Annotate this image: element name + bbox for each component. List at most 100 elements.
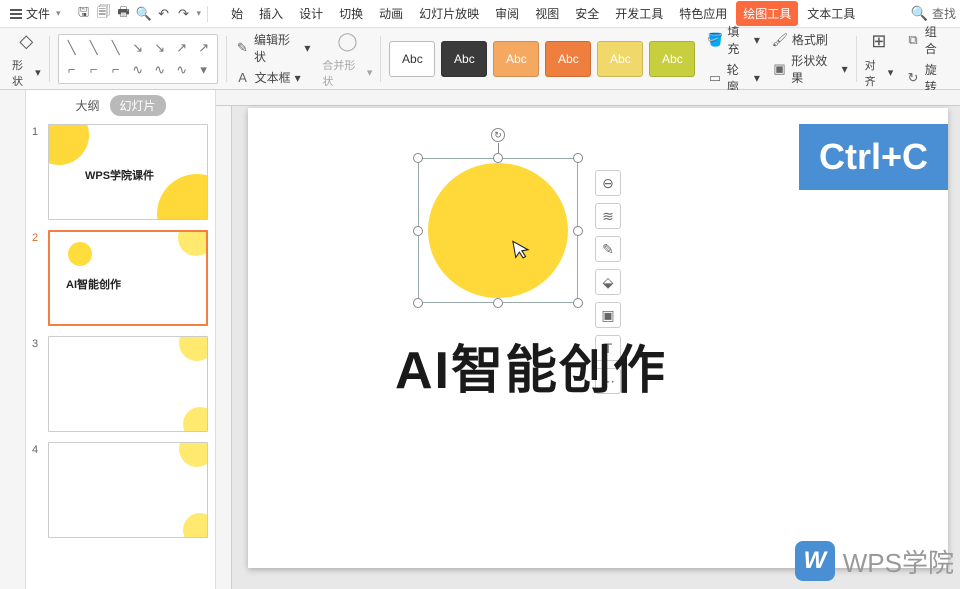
search-box[interactable]: 🔍 查找: [911, 5, 956, 22]
tab-transition[interactable]: 切换: [332, 1, 370, 26]
merge-shape-label: 合并形状: [322, 57, 365, 89]
merge-shape-icon: ◯: [334, 29, 360, 55]
outline-icon: ▭: [707, 70, 722, 86]
left-gutter: [0, 90, 26, 589]
style-swatch[interactable]: Abc: [441, 41, 487, 77]
slide-canvas[interactable]: ↻ ⊖ ≋ ✎ ⬙ ▣ T ⋯ AI智: [248, 108, 948, 568]
collapse-icon[interactable]: ⊖: [595, 170, 621, 196]
redo-icon[interactable]: ↷: [175, 5, 193, 23]
search-icon: 🔍: [911, 5, 928, 22]
line-gallery[interactable]: ╲ ╲ ╲ ↘ ↘ ↗ ↗ ⌐ ⌐ ⌐ ∿ ∿ ∿ ▾: [58, 34, 218, 84]
resize-handle[interactable]: [493, 153, 503, 163]
ribbon-tabs: 始 插入 设计 切换 动画 幻灯片放映 审阅 视图 安全 开发工具 特色应用 绘…: [224, 1, 862, 26]
selected-shape[interactable]: ↻: [418, 158, 578, 303]
style-swatch[interactable]: Abc: [493, 41, 539, 77]
shortcut-hint: Ctrl+C: [799, 124, 948, 190]
align-icon: ⊞: [866, 29, 892, 55]
text-box-label: 文本框: [255, 69, 291, 86]
horizontal-ruler: [216, 90, 960, 106]
tab-start[interactable]: 始: [224, 1, 250, 26]
save-as-icon[interactable]: 🗐: [95, 5, 113, 23]
slide-thumb[interactable]: 4: [32, 442, 209, 538]
preview-icon[interactable]: 🔍: [135, 5, 153, 23]
style-swatch[interactable]: Abc: [649, 41, 695, 77]
file-menu[interactable]: 文件 ▾: [4, 5, 67, 22]
line-icon[interactable]: ╲: [106, 38, 126, 58]
rotate-handle[interactable]: ↻: [491, 128, 505, 142]
curve-icon[interactable]: ∿: [128, 60, 148, 80]
align-button[interactable]: ⊞ 对齐▾: [865, 29, 894, 89]
resize-handle[interactable]: [573, 226, 583, 236]
resize-handle[interactable]: [573, 153, 583, 163]
line-icon[interactable]: ╲: [84, 38, 104, 58]
shape-effect-button[interactable]: ▣ 形状效果▾: [772, 52, 848, 86]
edit-shape-button[interactable]: ✎ 编辑形状▾: [235, 31, 311, 65]
slide-thumb[interactable]: 2 AI智能创作: [32, 230, 209, 326]
fill-button[interactable]: 🪣 填充▾: [707, 23, 759, 57]
line-icon[interactable]: ↘: [150, 38, 170, 58]
tab-design[interactable]: 设计: [292, 1, 330, 26]
watermark: W WPS学院: [795, 541, 954, 581]
edit-shape-icon: ✎: [235, 40, 250, 56]
resize-handle[interactable]: [493, 298, 503, 308]
line-icon[interactable]: ↗: [172, 38, 192, 58]
style-swatch[interactable]: Abc: [545, 41, 591, 77]
slides-tab[interactable]: 幻灯片: [110, 95, 166, 116]
undo-icon[interactable]: ↶: [155, 5, 173, 23]
quick-access-toolbar: 🖫 🗐 🖶 🔍 ↶ ↷ ▾: [75, 5, 213, 23]
style-swatch[interactable]: Abc: [597, 41, 643, 77]
group-button[interactable]: ⧉ 组合: [905, 23, 948, 57]
slide-number: 3: [32, 336, 42, 432]
tab-insert[interactable]: 插入: [252, 1, 290, 26]
text-box-button[interactable]: A 文本框▾: [235, 69, 311, 86]
slide-thumb[interactable]: 1 WPS学院课件: [32, 124, 209, 220]
tab-devtools[interactable]: 开发工具: [608, 1, 670, 26]
qat-more-icon[interactable]: ▾: [197, 8, 202, 19]
shapes-button[interactable]: ◇ 形状▾: [12, 29, 41, 89]
save-icon[interactable]: 🖫: [75, 5, 93, 23]
slide-thumb[interactable]: 3: [32, 336, 209, 432]
line-icon[interactable]: ↗: [194, 38, 214, 58]
connector-icon[interactable]: ⌐: [84, 60, 104, 80]
connector-icon[interactable]: ⌐: [62, 60, 82, 80]
thumb-title: AI智能创作: [66, 276, 121, 292]
bucket-icon[interactable]: ⬙: [595, 269, 621, 295]
shape-style-gallery: Abc Abc Abc Abc Abc Abc: [389, 41, 695, 77]
connector-icon[interactable]: ⌐: [106, 60, 126, 80]
merge-shape-button[interactable]: ◯ 合并形状▾: [322, 29, 372, 89]
line-icon[interactable]: ↘: [128, 38, 148, 58]
curve-icon[interactable]: ∿: [150, 60, 170, 80]
tab-security[interactable]: 安全: [568, 1, 606, 26]
resize-handle[interactable]: [413, 153, 423, 163]
slide-title-text[interactable]: AI智能创作: [395, 328, 667, 403]
thumb-title: WPS学院课件: [85, 167, 154, 183]
shape-effect-icon: ▣: [772, 61, 787, 77]
thumbnail-list[interactable]: 1 WPS学院课件 2 AI智能创作 3 4: [26, 120, 215, 589]
shapes-icon: ◇: [13, 29, 39, 55]
gallery-more-icon[interactable]: ▾: [194, 60, 214, 80]
tab-animation[interactable]: 动画: [372, 1, 410, 26]
curve-icon[interactable]: ∿: [172, 60, 192, 80]
separator: [207, 6, 208, 22]
print-icon[interactable]: 🖶: [115, 5, 133, 23]
resize-handle[interactable]: [413, 226, 423, 236]
picture-icon[interactable]: ▣: [595, 302, 621, 328]
format-painter-button[interactable]: 🖌 格式刷: [772, 31, 848, 48]
line-icon[interactable]: ╲: [62, 38, 82, 58]
style-swatch[interactable]: Abc: [389, 41, 435, 77]
shapes-label: 形状: [12, 57, 33, 89]
outline-tab[interactable]: 大纲: [75, 97, 99, 114]
tab-slideshow[interactable]: 幻灯片放映: [412, 1, 486, 26]
pen-icon[interactable]: ✎: [595, 236, 621, 262]
align-label: 对齐: [865, 57, 886, 89]
dropdown-caret-icon: ▾: [56, 8, 61, 19]
thumbnail-panel: 大纲 幻灯片 1 WPS学院课件 2 AI智能创作 3: [26, 90, 216, 589]
resize-handle[interactable]: [413, 298, 423, 308]
tab-text-tools[interactable]: 文本工具: [800, 1, 862, 26]
layers-icon[interactable]: ≋: [595, 203, 621, 229]
canvas-area[interactable]: ↻ ⊖ ≋ ✎ ⬙ ▣ T ⋯ AI智: [216, 90, 960, 589]
hamburger-icon: [10, 9, 22, 19]
tab-review[interactable]: 审阅: [488, 1, 526, 26]
resize-handle[interactable]: [573, 298, 583, 308]
tab-view[interactable]: 视图: [528, 1, 566, 26]
